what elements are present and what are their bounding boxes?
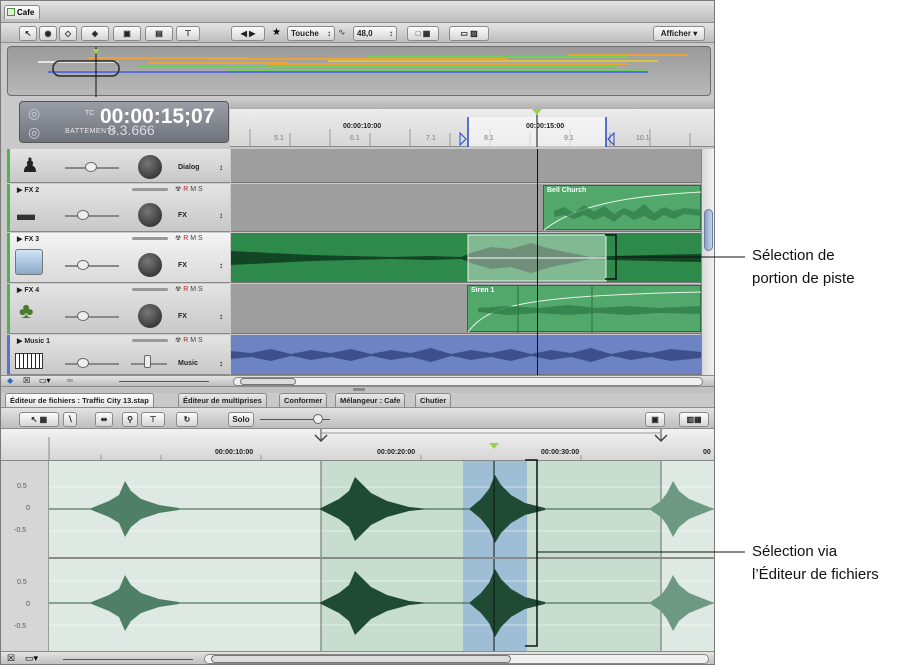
- callout-file-selection: Sélection via l’Éditeur de fichiers: [752, 540, 879, 586]
- callout-line: portion de piste: [752, 270, 855, 287]
- callout-line: Sélection de: [752, 247, 835, 264]
- callout-line: l’Éditeur de fichiers: [752, 566, 879, 583]
- callout-track-selection: Sélection de portion de piste: [752, 244, 855, 290]
- callout-line: Sélection via: [752, 543, 838, 560]
